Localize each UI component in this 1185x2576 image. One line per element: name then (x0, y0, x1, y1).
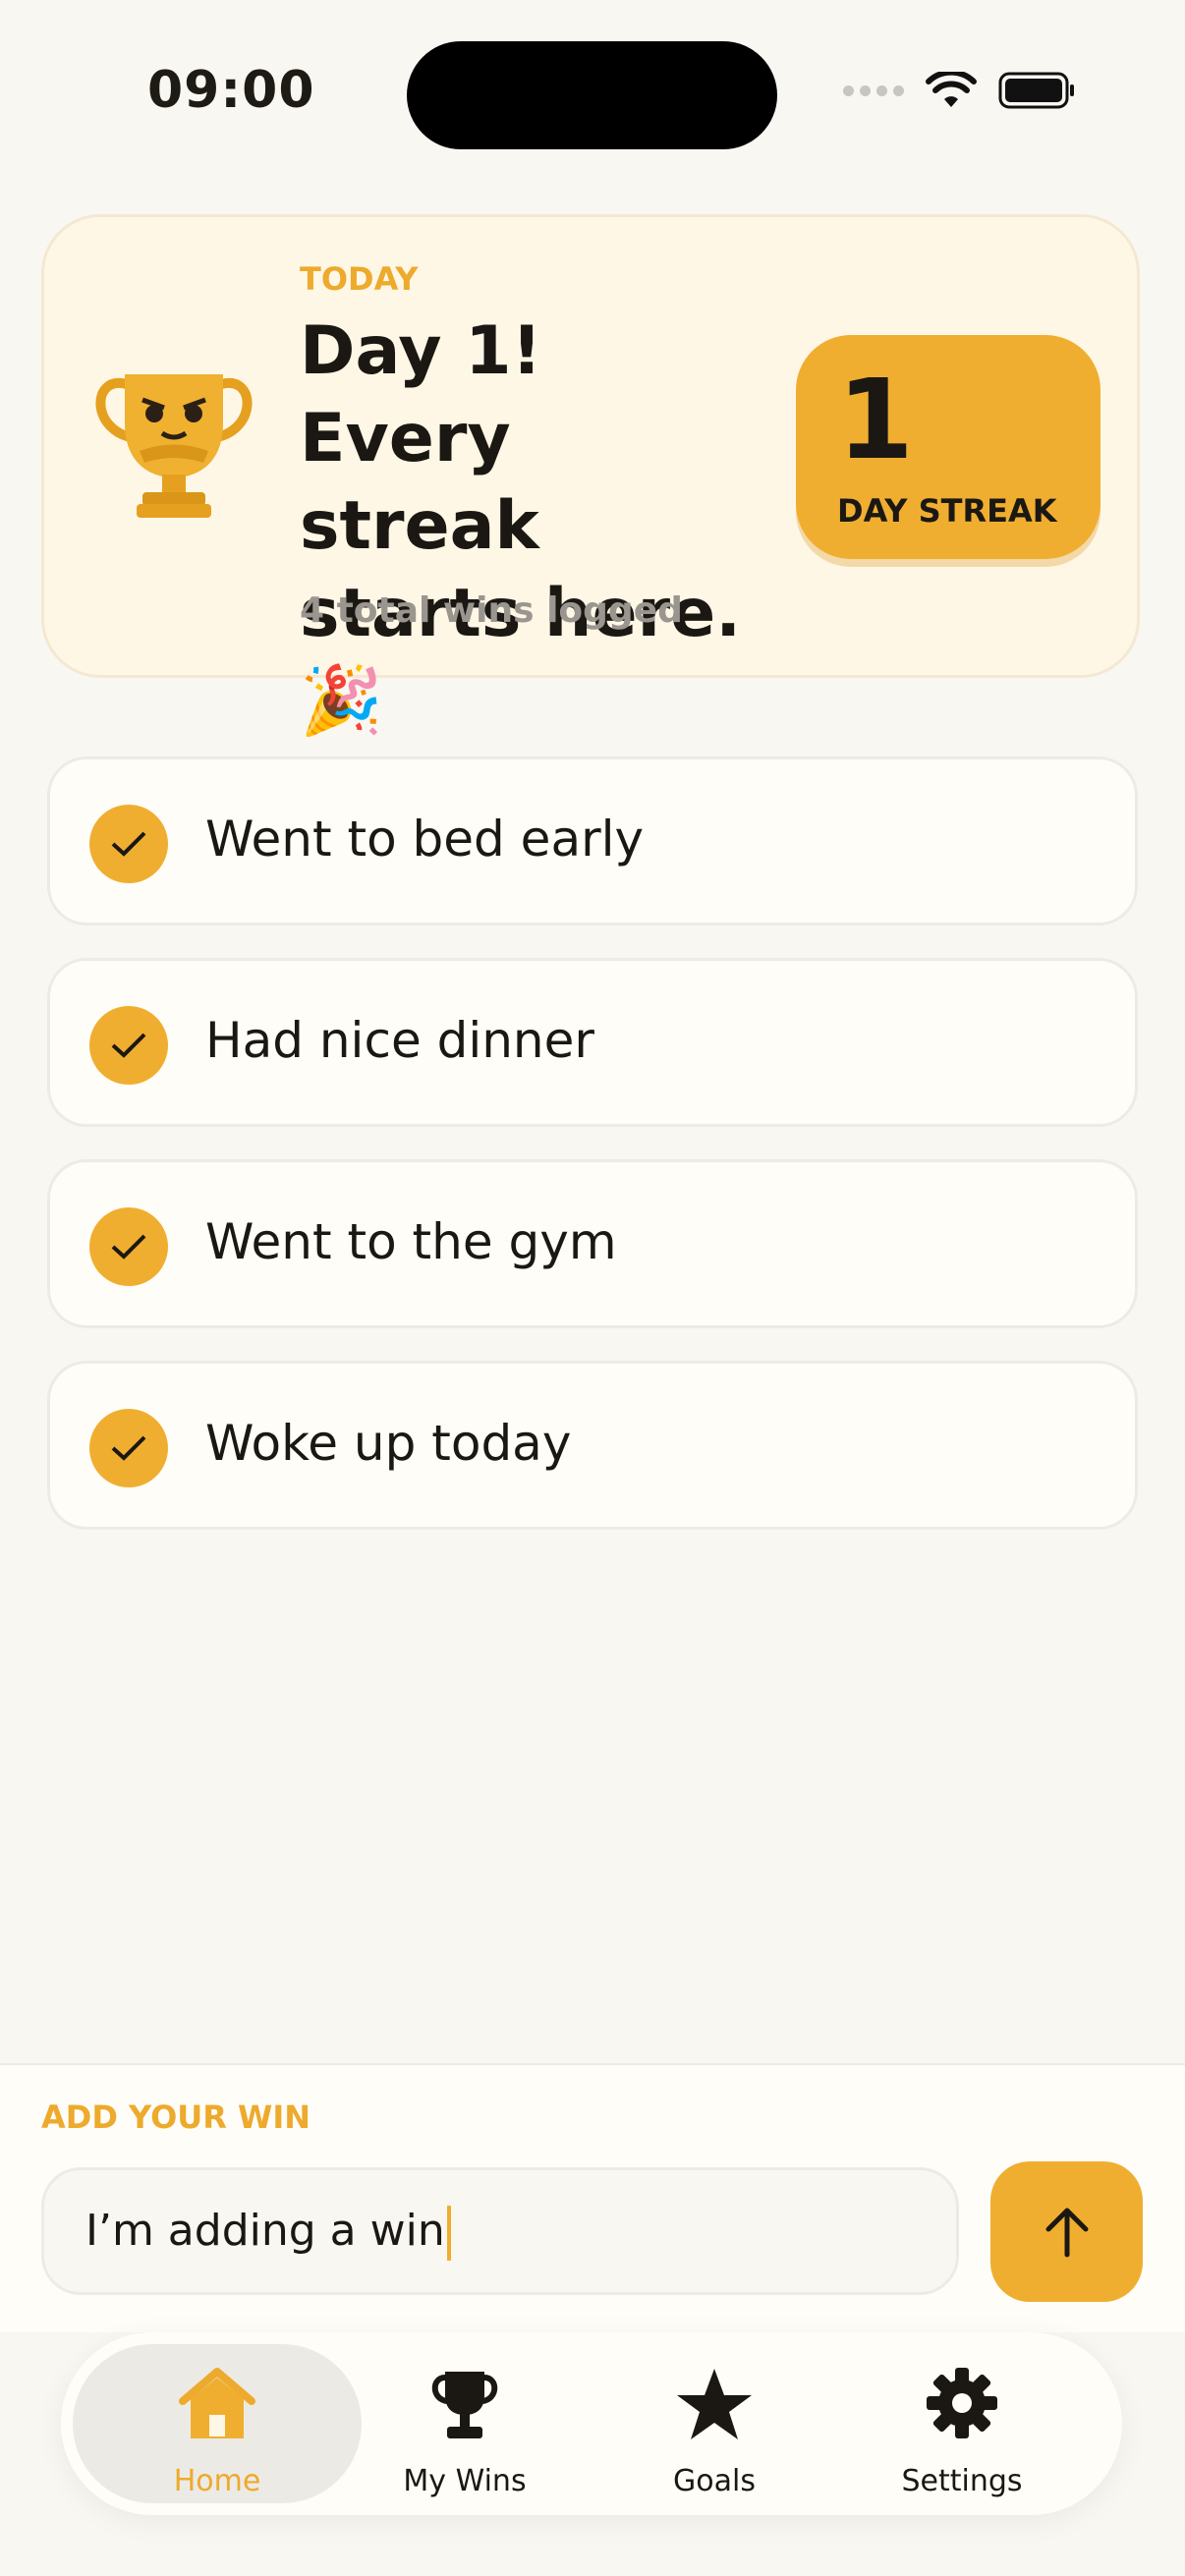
win-list-item[interactable]: Woke up today (47, 1361, 1138, 1530)
streak-number: 1 (837, 357, 914, 484)
win-input-field[interactable]: I’m adding a win (41, 2167, 959, 2295)
streak-message: Day 1! Every streak starts here. 🎉 (300, 312, 742, 740)
battery-icon (998, 72, 1074, 109)
win-input-value: I’m adding a win (85, 2206, 445, 2256)
wifi-icon (926, 72, 977, 107)
trophy-mascot-icon (95, 374, 253, 518)
tab-my-wins[interactable]: My Wins (320, 2344, 609, 2503)
today-label: TODAY (300, 260, 419, 298)
win-text: Had nice dinner (205, 1012, 594, 1069)
tab-settings[interactable]: Settings (818, 2344, 1106, 2503)
arrow-up-icon (1045, 2208, 1088, 2257)
dynamic-island (407, 41, 777, 149)
streak-label: DAY STREAK (837, 492, 1057, 530)
checkmark-icon (89, 1207, 168, 1286)
streak-badge: 1 DAY STREAK (796, 335, 1100, 559)
add-win-panel: ADD YOUR WIN I’m adding a win (0, 2063, 1185, 2332)
gear-icon (927, 2368, 997, 2438)
total-wins-count: 4 total wins logged (300, 590, 683, 631)
win-list-item[interactable]: Went to the gym (47, 1159, 1138, 1328)
bottom-tab-bar: Home My Wins Goals Settings (61, 2332, 1122, 2515)
cellular-signal-icon (843, 84, 904, 96)
tab-label: Goals (673, 2464, 756, 2498)
tab-label: My Wins (403, 2464, 527, 2498)
checkmark-icon (89, 805, 168, 883)
submit-win-button[interactable] (990, 2161, 1143, 2302)
tab-label: Settings (901, 2464, 1023, 2498)
tab-goals[interactable]: Goals (570, 2344, 859, 2503)
tab-label: Home (173, 2464, 261, 2498)
status-time: 09:00 (147, 61, 315, 120)
win-text: Woke up today (205, 1415, 572, 1472)
trophy-icon (431, 2372, 498, 2438)
tab-home[interactable]: Home (73, 2344, 362, 2503)
win-list-item[interactable]: Had nice dinner (47, 958, 1138, 1127)
home-icon (179, 2368, 255, 2438)
win-text: Went to the gym (205, 1213, 617, 1270)
text-caret (446, 2206, 451, 2261)
checkmark-icon (89, 1006, 168, 1085)
win-list-item[interactable]: Went to bed early (47, 756, 1138, 925)
checkmark-icon (89, 1409, 168, 1487)
win-text: Went to bed early (205, 811, 645, 868)
star-icon (677, 2369, 752, 2439)
add-win-label: ADD YOUR WIN (41, 2099, 311, 2136)
streak-header-card: TODAY Day 1! Every streak starts here. 🎉… (41, 214, 1140, 740)
status-icons (843, 71, 1077, 110)
